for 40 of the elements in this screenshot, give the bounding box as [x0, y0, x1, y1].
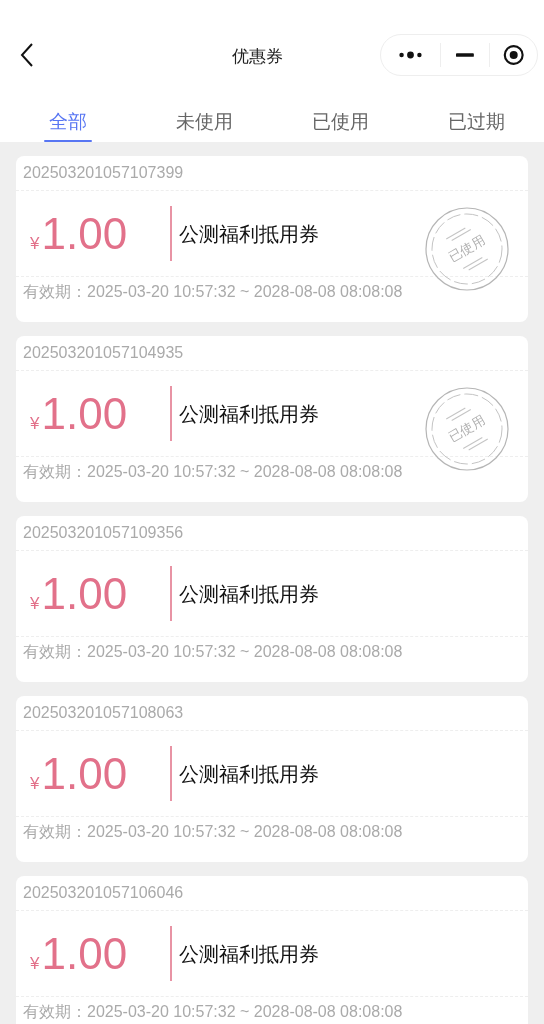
coupon-number: 202503201057106046	[23, 883, 184, 903]
coupon-number: 202503201057107399	[23, 163, 184, 183]
coupon-card[interactable]: 202503201057107399 ¥1.00 公测福利抵用券 有效期：2025-03-20 10:57:32 ~ 2028-08-08 08:08:08 已使用	[16, 156, 528, 322]
coupon-amount: 1.00	[41, 568, 128, 619]
used-stamp: 已使用	[424, 206, 510, 292]
validity-period: 有效期：2025-03-20 10:57:32 ~ 2028-08-08 08:08:08	[23, 283, 403, 301]
coupon-card[interactable]: 202503201057108063 ¥1.00 公测福利抵用券 有效期：2025-03-20 10:57:32 ~ 2028-08-08 08:08:08	[16, 696, 528, 862]
currency-symbol: ¥	[30, 772, 40, 795]
tab[interactable]: 全部	[0, 110, 136, 142]
tab[interactable]: 已使用	[272, 110, 408, 142]
coupon-card[interactable]: 202503201057104935 ¥1.00 公测福利抵用券 有效期：2025-03-20 10:57:32 ~ 2028-08-08 08:08:08 已使用	[16, 336, 528, 502]
coupon-amount: 1.00	[41, 388, 128, 439]
validity-period: 有效期：2025-03-20 10:57:32 ~ 2028-08-08 08:08:08	[23, 643, 403, 661]
coupon-card[interactable]: 202503201057109356 ¥1.00 公测福利抵用券 有效期：2025-03-20 10:57:32 ~ 2028-08-08 08:08:08	[16, 516, 528, 682]
coupon-amount: 1.00	[41, 748, 128, 799]
validity-period: 有效期：2025-03-20 10:57:32 ~ 2028-08-08 08:08:08	[23, 463, 403, 481]
minimize-icon[interactable]	[455, 53, 474, 57]
more-icon[interactable]	[398, 50, 423, 60]
currency-symbol: ¥	[30, 412, 40, 435]
validity-period: 有效期：2025-03-20 10:57:32 ~ 2028-08-08 08:08:08	[23, 1003, 403, 1021]
coupon-amount: 1.00	[41, 208, 128, 259]
coupon-amount: 1.00	[41, 928, 128, 979]
coupon-name: 公测福利抵用券	[179, 401, 319, 427]
used-stamp: 已使用	[424, 386, 510, 472]
coupon-number: 202503201057104935	[23, 343, 184, 363]
currency-symbol: ¥	[30, 592, 40, 615]
coupon-number: 202503201057109356	[23, 523, 184, 543]
coupon-number: 202503201057108063	[23, 703, 184, 723]
coupon-name: 公测福利抵用券	[179, 581, 319, 607]
back-icon[interactable]	[20, 43, 34, 67]
coupon-name: 公测福利抵用券	[179, 941, 319, 967]
page-title: 优惠券	[231, 46, 283, 68]
validity-period: 有效期：2025-03-20 10:57:32 ~ 2028-08-08 08:08:08	[23, 823, 403, 841]
currency-symbol: ¥	[30, 232, 40, 255]
coupon-card[interactable]: 202503201057106046 ¥1.00 公测福利抵用券 有效期：2025-03-20 10:57:32 ~ 2028-08-08 08:08:08	[16, 876, 528, 1024]
tab[interactable]: 未使用	[136, 110, 272, 142]
tab[interactable]: 已过期	[408, 110, 544, 142]
coupon-name: 公测福利抵用券	[179, 761, 319, 787]
currency-symbol: ¥	[30, 952, 40, 975]
coupon-name: 公测福利抵用券	[179, 221, 319, 247]
